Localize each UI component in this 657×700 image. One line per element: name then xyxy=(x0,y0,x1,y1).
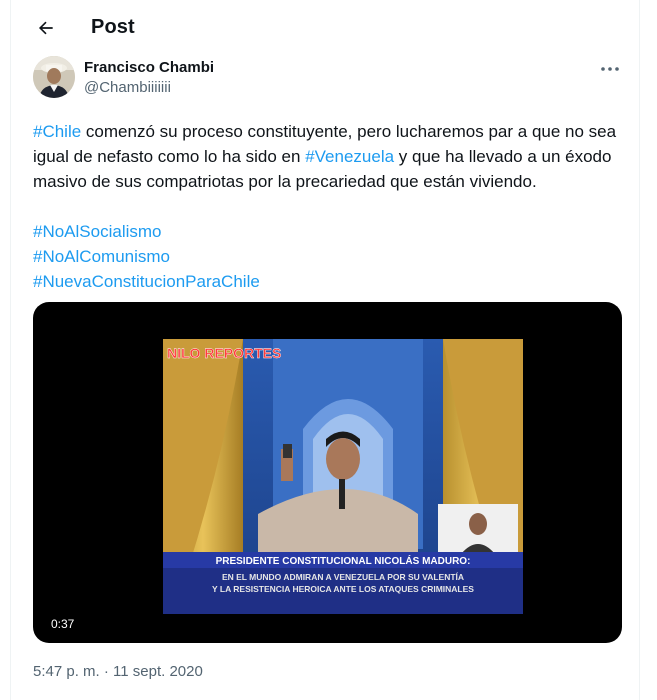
video-thumbnail: NILO REPORTES PRESIDENTE CONSTITUCIONAL … xyxy=(163,339,523,614)
hashtag-link[interactable]: #NoAlComunismo xyxy=(33,244,623,269)
post-author: Francisco Chambi @Chambiiiiiii xyxy=(33,56,633,100)
page-title: Post xyxy=(91,16,135,38)
video-caption-line: Y LA RESISTENCIA HEROICA ANTE LOS ATAQUE… xyxy=(212,584,474,594)
post-column: Post Francisco Chambi @Chambiiiiiii #Chi… xyxy=(10,0,640,700)
post-timestamp[interactable]: 5:47 p. m. · 11 sept. 2020 xyxy=(33,663,203,680)
back-button[interactable] xyxy=(29,11,63,45)
post-paragraph: #Chile comenzó su proceso constituyente,… xyxy=(33,119,623,194)
more-button[interactable] xyxy=(595,58,625,80)
video-caption-title: PRESIDENTE CONSTITUCIONAL NICOLÁS MADURO… xyxy=(216,554,471,567)
author-name[interactable]: Francisco Chambi xyxy=(84,59,214,76)
more-horizontal-icon xyxy=(601,67,619,71)
video-duration: 0:37 xyxy=(51,617,75,631)
top-bar: Post xyxy=(11,0,641,56)
video-player[interactable]: NILO REPORTES PRESIDENTE CONSTITUCIONAL … xyxy=(33,302,622,643)
avatar-image xyxy=(33,56,75,98)
video-frame: NILO REPORTES PRESIDENTE CONSTITUCIONAL … xyxy=(163,339,523,614)
avatar[interactable] xyxy=(33,56,75,98)
post-text: #Chile comenzó su proceso constituyente,… xyxy=(33,119,623,294)
arrow-left-icon xyxy=(38,21,53,35)
hashtag-link[interactable]: #NuevaConstitucionParaChile xyxy=(33,269,623,294)
video-caption-line: EN EL MUNDO ADMIRAN A VENEZUELA POR SU V… xyxy=(222,572,464,582)
hashtag-link[interactable]: #Venezuela xyxy=(305,147,394,166)
hashtag-link[interactable]: #NoAlSocialismo xyxy=(33,219,623,244)
author-handle[interactable]: @Chambiiiiiii xyxy=(84,79,171,96)
hashtag-link[interactable]: #Chile xyxy=(33,122,81,141)
video-watermark: NILO REPORTES xyxy=(167,345,281,361)
